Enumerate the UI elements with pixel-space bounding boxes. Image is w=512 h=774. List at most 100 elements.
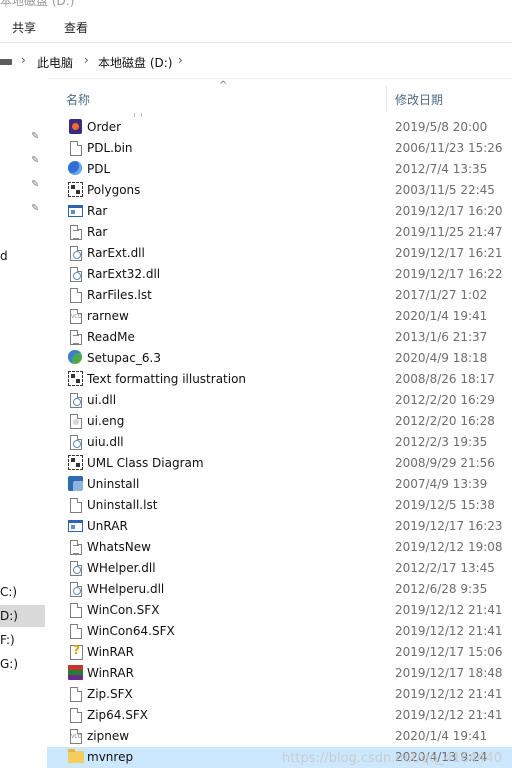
file-name[interactable]: Uninstall.lst (87, 498, 157, 512)
file-name[interactable]: WinCon64.SFX (87, 624, 175, 638)
file-row[interactable]: WinCon64.SFX 2019/12/12 21:41 (47, 621, 512, 642)
pin-icon: ✎ (31, 155, 40, 166)
file-modified-date: 2019/12/17 16:20 (395, 204, 503, 218)
window-title-text: 本地磁盘 (D:) (0, 0, 75, 8)
pin-icon: ✎ (31, 179, 40, 190)
file-name[interactable]: zipnew (87, 729, 129, 743)
file-name[interactable]: UML Class Diagram (87, 456, 204, 470)
file-row[interactable]: Text formatting illustration 2008/8/26 18… (47, 369, 512, 390)
watermark-text: https://blog.csdn.net/qq_4164440 (282, 751, 502, 766)
file-name[interactable]: WinRAR (87, 645, 134, 659)
sort-ascending-icon: ^ (219, 80, 228, 91)
file-name[interactable]: uiu.dll (87, 435, 124, 449)
file-row[interactable]: WinRAR 2019/12/17 15:06 (47, 642, 512, 663)
nav-item-drive-c[interactable]: C:) (0, 585, 17, 599)
file-name[interactable]: Setupac_6.3 (87, 351, 161, 365)
file-name[interactable]: Zip64.SFX (87, 708, 148, 722)
file-row[interactable]: RarExt.dll 2019/12/17 16:21 (47, 243, 512, 264)
column-date-header[interactable]: 修改日期 (395, 91, 443, 108)
breadcrumb-local-disk-d[interactable]: 本地磁盘 (D:) (98, 54, 172, 71)
file-name[interactable]: Order (87, 120, 121, 134)
vcd-file-icon (70, 729, 82, 744)
file-row[interactable]: PDL.bin 2006/11/23 15:26 (47, 138, 512, 159)
generic-file-icon (70, 603, 82, 618)
file-modified-date: 2012/2/20 16:28 (395, 414, 495, 428)
nav-item-fragment[interactable]: d (0, 249, 8, 263)
file-row[interactable]: RarFiles.lst 2017/1/27 1:02 (47, 285, 512, 306)
column-name-header[interactable]: 名称 (66, 91, 90, 108)
file-name[interactable]: ui.dll (87, 393, 116, 407)
address-bar[interactable]: › 此电脑 › 本地磁盘 (D:) › (0, 44, 512, 79)
file-row[interactable]: Order 2019/5/8 20:00 (47, 117, 512, 138)
file-modified-date: 2012/2/20 16:29 (395, 393, 495, 407)
generic-file-icon (70, 498, 82, 513)
file-row[interactable]: rarnew 2020/1/4 19:41 (47, 306, 512, 327)
file-row[interactable]: zipnew 2020/1/4 19:41 (47, 726, 512, 747)
chevron-right-icon[interactable]: › (21, 53, 26, 67)
file-name[interactable]: ui.eng (87, 414, 124, 428)
file-name[interactable]: ReadMe (87, 330, 135, 344)
file-row[interactable]: WinCon.SFX 2019/12/12 21:41 (47, 600, 512, 621)
folder-icon (68, 749, 84, 763)
chevron-right-icon[interactable]: › (178, 53, 183, 67)
file-row[interactable]: UML Class Diagram 2008/9/29 21:56 (47, 453, 512, 474)
file-name[interactable]: RarExt.dll (87, 246, 145, 260)
file-name[interactable]: rarnew (87, 309, 129, 323)
file-name[interactable]: WhatsNew (87, 540, 151, 554)
file-name[interactable]: UnRAR (87, 519, 128, 533)
file-name[interactable]: WHelperu.dll (87, 582, 164, 596)
file-name[interactable]: WHelper.dll (87, 561, 156, 575)
file-name[interactable]: Rar (87, 225, 107, 239)
file-name[interactable]: PDL.bin (87, 141, 133, 155)
file-modified-date: 2003/11/5 22:45 (395, 183, 495, 197)
file-name[interactable]: WinRAR (87, 666, 134, 680)
file-name[interactable]: WinCon.SFX (87, 603, 159, 617)
file-row[interactable]: UnRAR 2019/12/17 16:23 (47, 516, 512, 537)
tab-share[interactable]: 共享 (12, 19, 36, 36)
file-name[interactable]: Text formatting illustration (87, 372, 246, 386)
file-modified-date: 2019/12/12 21:41 (395, 687, 503, 701)
settings-file-icon (70, 414, 82, 429)
file-row[interactable]: Setupac_6.3 2020/4/9 18:18 (47, 348, 512, 369)
nav-item-drive-d[interactable]: D:) (0, 609, 18, 623)
file-row[interactable]: ui.dll 2012/2/20 16:29 (47, 390, 512, 411)
nav-item-drive-f[interactable]: F:) (0, 633, 15, 647)
file-row[interactable]: WhatsNew 2019/12/12 19:08 (47, 537, 512, 558)
file-row[interactable]: uiu.dll 2012/2/3 19:35 (47, 432, 512, 453)
file-name[interactable]: Polygons (87, 183, 140, 197)
file-row[interactable]: Uninstall.lst 2019/12/5 15:38 (47, 495, 512, 516)
file-modified-date: 2006/11/23 15:26 (395, 141, 503, 155)
file-name[interactable]: mvnrep (87, 750, 133, 764)
nav-item-drive-g[interactable]: G:) (0, 657, 18, 671)
file-name[interactable]: RarExt32.dll (87, 267, 160, 281)
file-row[interactable]: WinRAR 2019/12/17 18:48 (47, 663, 512, 684)
file-name[interactable]: Zip.SFX (87, 687, 133, 701)
file-row[interactable]: Zip.SFX 2019/12/12 21:41 (47, 684, 512, 705)
uninstall-app-icon (68, 476, 83, 491)
generic-file-icon (70, 288, 82, 303)
file-row[interactable]: PDL 2012/7/4 13:35 (47, 159, 512, 180)
file-row[interactable]: Zip64.SFX 2019/12/12 21:41 (47, 705, 512, 726)
file-name[interactable]: RarFiles.lst (87, 288, 152, 302)
generic-file-icon (70, 624, 82, 639)
file-row[interactable]: WHelperu.dll 2012/6/28 9:35 (47, 579, 512, 600)
column-divider[interactable] (386, 86, 387, 112)
chevron-right-icon[interactable]: › (84, 53, 89, 67)
file-row[interactable]: Rar 2019/11/25 21:47 (47, 222, 512, 243)
file-row[interactable]: RarExt32.dll 2019/12/17 16:22 (47, 264, 512, 285)
dll-file-icon (70, 246, 82, 261)
file-name[interactable]: Uninstall (87, 477, 139, 491)
file-row[interactable]: ui.eng 2012/2/20 16:28 (47, 411, 512, 432)
file-row[interactable]: Polygons 2003/11/5 22:45 (47, 180, 512, 201)
file-row[interactable]: Uninstall 2007/4/9 13:39 (47, 474, 512, 495)
file-name[interactable]: Rar (87, 204, 107, 218)
tab-view[interactable]: 查看 (64, 19, 88, 36)
file-name[interactable]: PDL (87, 162, 110, 176)
file-modified-date: 2019/12/12 21:41 (395, 603, 503, 617)
generic-file-icon (70, 141, 82, 156)
window-title: 本地磁盘 (D:) (0, 0, 512, 8)
breadcrumb-this-pc[interactable]: 此电脑 (37, 54, 73, 71)
file-row[interactable]: ReadMe 2013/1/6 21:37 (47, 327, 512, 348)
file-row[interactable]: WHelper.dll 2012/2/17 13:45 (47, 558, 512, 579)
file-row[interactable]: Rar 2019/12/17 16:20 (47, 201, 512, 222)
